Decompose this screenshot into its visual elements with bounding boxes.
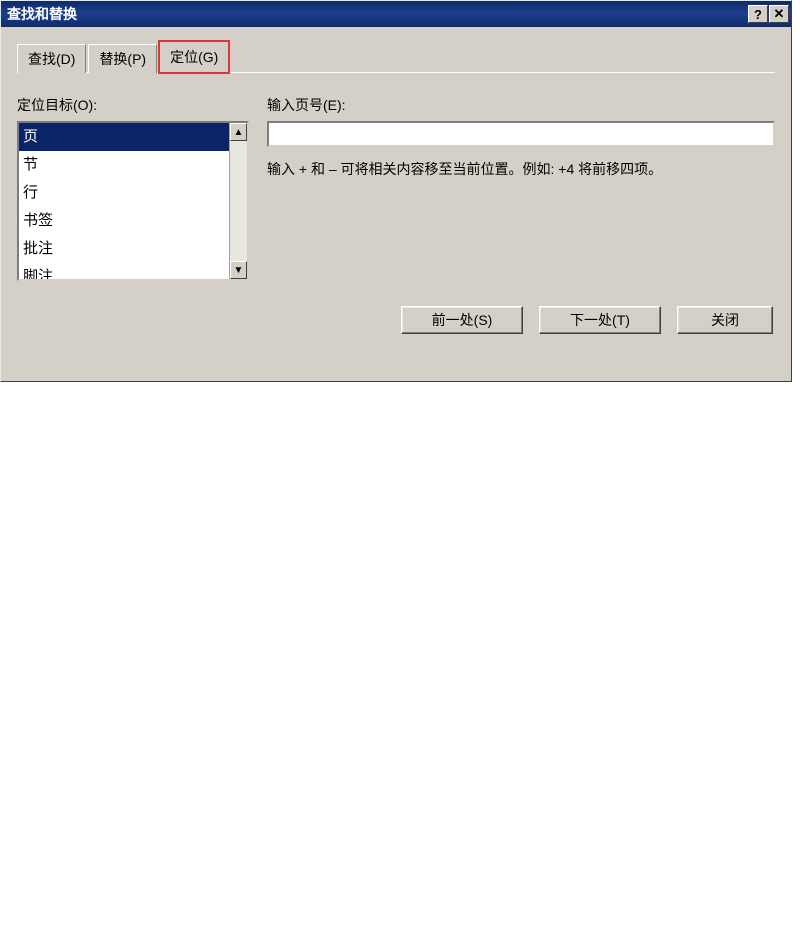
goto-target-listbox[interactable]: 页 节 行 书签 批注 脚注 ▲ ▼ (17, 121, 249, 281)
tab-goto[interactable]: 定位(G) (159, 41, 229, 73)
list-item[interactable]: 页 (19, 123, 229, 151)
titlebar: 查找和替换 ? ✕ (1, 1, 791, 27)
next-button[interactable]: 下一处(T) (539, 306, 661, 334)
goto-panel: 定位目标(O): 页 节 行 书签 批注 脚注 ▲ ▼ (17, 72, 775, 352)
find-replace-dialog: 查找和替换 ? ✕ 查找(D) 替换(P) 定位(G) 定位目标(O): (0, 0, 792, 382)
scroll-up-icon[interactable]: ▲ (230, 123, 247, 141)
help-icon: ? (754, 7, 762, 22)
tab-replace-label: 替换(P) (99, 49, 146, 69)
close-button-label: 关闭 (711, 310, 739, 330)
tab-find-label: 查找(D) (28, 49, 75, 69)
scroll-track[interactable] (230, 141, 247, 261)
list-item[interactable]: 节 (19, 151, 229, 179)
input-page-label: 输入页号(E): (267, 95, 775, 115)
list-items: 页 节 行 书签 批注 脚注 (19, 123, 229, 279)
goto-target-section: 定位目标(O): 页 节 行 书签 批注 脚注 ▲ ▼ (17, 95, 252, 281)
close-window-button[interactable]: ✕ (769, 5, 789, 23)
list-item[interactable]: 行 (19, 179, 229, 207)
list-item[interactable]: 批注 (19, 235, 229, 263)
input-section: 输入页号(E): 输入 + 和 – 可将相关内容移至当前位置。例如: +4 将前… (267, 95, 775, 179)
dialog-body: 查找(D) 替换(P) 定位(G) 定位目标(O): 页 节 行 书签 批注 (1, 27, 791, 381)
tab-row: 查找(D) 替换(P) 定位(G) (17, 41, 775, 72)
button-row: 前一处(S) 下一处(T) 关闭 (401, 306, 773, 334)
help-button[interactable]: ? (748, 5, 768, 23)
goto-target-label: 定位目标(O): (17, 95, 252, 115)
previous-button-label: 前一处(S) (432, 310, 493, 330)
previous-button[interactable]: 前一处(S) (401, 306, 523, 334)
tab-replace[interactable]: 替换(P) (88, 44, 157, 73)
page-number-input[interactable] (267, 121, 775, 147)
list-item[interactable]: 书签 (19, 207, 229, 235)
list-item[interactable]: 脚注 (19, 263, 229, 279)
tab-goto-label: 定位(G) (170, 47, 218, 67)
window-title: 查找和替换 (7, 4, 748, 24)
close-button[interactable]: 关闭 (677, 306, 773, 334)
titlebar-buttons: ? ✕ (748, 5, 789, 23)
hint-text: 输入 + 和 – 可将相关内容移至当前位置。例如: +4 将前移四项。 (267, 159, 775, 179)
tab-find[interactable]: 查找(D) (17, 44, 86, 73)
scroll-down-icon[interactable]: ▼ (230, 261, 247, 279)
list-scrollbar[interactable]: ▲ ▼ (229, 123, 247, 279)
next-button-label: 下一处(T) (570, 310, 630, 330)
close-icon: ✕ (774, 6, 785, 22)
